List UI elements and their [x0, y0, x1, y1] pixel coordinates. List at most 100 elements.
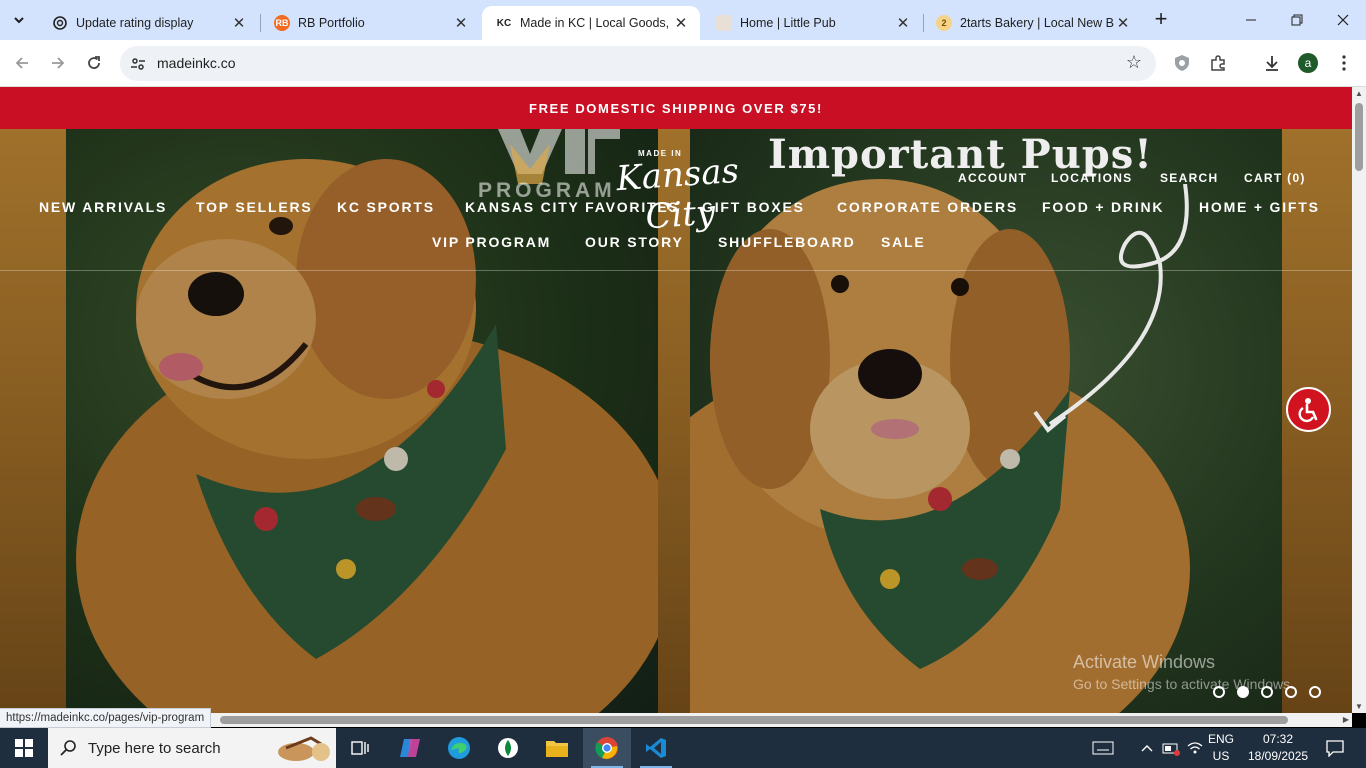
reload-button[interactable] — [82, 51, 106, 75]
nav-top-sellers[interactable]: TOP SELLERS — [196, 199, 313, 215]
vscode-button[interactable] — [632, 728, 680, 768]
tab-title: Home | Little Pub — [740, 16, 836, 30]
nav-home-gifts[interactable]: HOME + GIFTS — [1199, 199, 1320, 215]
tab-strip: Update rating display ✕ RB RB Portfolio … — [0, 0, 1366, 40]
nav-food-drink[interactable]: FOOD + DRINK — [1042, 199, 1164, 215]
vertical-scrollbar[interactable]: ▲ ▼ — [1352, 87, 1366, 713]
close-window-button[interactable] — [1320, 0, 1366, 40]
nav-kansas-city-favorites[interactable]: KANSAS CITY FAVORITES — [465, 199, 680, 215]
swirl-arrow-graphic — [1033, 184, 1189, 433]
minimize-button[interactable] — [1228, 0, 1274, 40]
site-settings-icon[interactable] — [128, 54, 148, 74]
little-pub-icon — [716, 15, 732, 31]
address-bar[interactable]: madeinkc.co ☆ — [120, 46, 1156, 81]
notification-icon — [1326, 740, 1344, 757]
close-icon[interactable]: ✕ — [452, 14, 470, 32]
kc-logo-icon: KC — [496, 17, 512, 29]
tab-made-in-kc[interactable]: KC Made in KC | Local Goods, Gifts ✕ — [482, 6, 700, 40]
chrome-button[interactable] — [583, 728, 631, 768]
leaf-app-icon — [498, 738, 518, 758]
nav-our-story[interactable]: OUR STORY — [585, 234, 684, 250]
minimize-icon — [1246, 19, 1256, 21]
close-icon[interactable]: ✕ — [230, 14, 248, 32]
new-tab-button[interactable]: + — [1150, 8, 1172, 31]
task-view-button[interactable] — [336, 728, 384, 768]
search-link[interactable]: SEARCH — [1160, 171, 1218, 185]
tab-title: Update rating display — [76, 16, 194, 30]
tab-update-rating[interactable]: Update rating display ✕ — [38, 6, 258, 40]
clock-date: 18/09/2025 — [1248, 749, 1309, 763]
scroll-up-icon[interactable]: ▲ — [1355, 89, 1363, 98]
wifi-icon[interactable] — [1184, 728, 1206, 768]
folder-icon — [546, 741, 568, 757]
file-explorer-button[interactable] — [533, 728, 581, 768]
copilot-button[interactable] — [386, 728, 434, 768]
nav-vip-program[interactable]: VIP PROGRAM — [432, 234, 551, 250]
green-app-button[interactable] — [484, 728, 532, 768]
tab-title: Made in KC | Local Goods, Gifts — [520, 16, 672, 30]
tab-rb-portfolio[interactable]: RB RB Portfolio ✕ — [260, 6, 480, 40]
edge-icon — [448, 737, 470, 759]
keyboard-tray-icon[interactable] — [1088, 728, 1118, 768]
slider-dot[interactable] — [1285, 686, 1297, 698]
back-button[interactable] — [10, 51, 34, 75]
restore-icon — [1291, 14, 1303, 26]
slider-dot[interactable] — [1261, 686, 1273, 698]
notifications-button[interactable] — [1320, 728, 1350, 768]
horizontal-scroll-thumb[interactable] — [220, 716, 1288, 724]
activate-windows-title: Activate Windows — [1073, 652, 1216, 672]
profile-avatar[interactable]: a — [1298, 53, 1318, 73]
close-icon[interactable]: ✕ — [894, 14, 912, 32]
clock[interactable]: 07:32 18/09/2025 — [1248, 731, 1308, 765]
vertical-scroll-thumb[interactable] — [1355, 103, 1363, 171]
chevron-up-icon[interactable] — [1138, 728, 1156, 768]
promo-banner[interactable]: FREE DOMESTIC SHIPPING OVER $75! — [0, 87, 1352, 129]
slider-dot-active[interactable] — [1237, 686, 1249, 698]
slider-dot[interactable] — [1309, 686, 1321, 698]
nav-shuffleboard[interactable]: SHUFFLEBOARD — [718, 234, 855, 250]
tab-search-button[interactable] — [6, 7, 32, 33]
tab-2tarts-bakery[interactable]: 2 2tarts Bakery | Local New Bread ✕ — [922, 6, 1142, 40]
account-link[interactable]: ACCOUNT — [958, 171, 1027, 185]
extensions-puzzle-icon[interactable] — [1206, 51, 1230, 75]
start-button[interactable] — [0, 728, 48, 768]
scroll-down-icon[interactable]: ▼ — [1355, 702, 1363, 711]
forward-button[interactable] — [46, 51, 70, 75]
close-icon[interactable]: ✕ — [1114, 14, 1132, 32]
nav-sale[interactable]: SALE — [881, 234, 926, 250]
hero-slider[interactable]: PROGRAM Important Pups! MADE IN Kansas C… — [0, 129, 1352, 713]
url-text[interactable]: madeinkc.co — [157, 55, 236, 71]
taskbar-search-box[interactable]: Type here to search — [48, 728, 336, 768]
locations-link[interactable]: LOCATIONS — [1051, 171, 1132, 185]
kebab-menu-icon[interactable] — [1332, 51, 1356, 75]
nav-gift-boxes[interactable]: GIFT BOXES — [702, 199, 805, 215]
battery-icon[interactable] — [1160, 728, 1182, 768]
link-status-bubble: https://madeinkc.co/pages/vip-program — [0, 708, 212, 728]
nav-new-arrivals[interactable]: NEW ARRIVALS — [39, 199, 167, 215]
bookmark-star-icon[interactable]: ☆ — [1126, 52, 1142, 73]
chevron-down-icon — [14, 17, 24, 24]
arrow-left-icon — [15, 57, 28, 69]
nav-divider — [0, 270, 1352, 271]
accessibility-button[interactable] — [1286, 387, 1331, 432]
search-icon — [60, 740, 76, 756]
web-page: FREE DOMESTIC SHIPPING OVER $75! PROGRAM… — [0, 87, 1352, 713]
nav-corporate-orders[interactable]: CORPORATE ORDERS — [837, 199, 1018, 215]
accessibility-icon — [1298, 397, 1317, 422]
taskbar-search-placeholder: Type here to search — [88, 739, 221, 757]
clock-time: 07:32 — [1262, 732, 1294, 746]
language-code: ENG — [1208, 732, 1235, 746]
shield-extension-icon[interactable] — [1170, 51, 1194, 75]
slider-dot[interactable] — [1213, 686, 1225, 698]
edge-button[interactable] — [435, 728, 483, 768]
scroll-right-icon[interactable]: ▶ — [1343, 715, 1349, 724]
language-indicator[interactable]: ENG US — [1208, 731, 1234, 765]
close-icon[interactable]: ✕ — [672, 14, 690, 32]
nav-kc-sports[interactable]: KC SPORTS — [337, 199, 435, 215]
restore-button[interactable] — [1274, 0, 1320, 40]
vscode-icon — [646, 738, 666, 758]
tab-little-pub[interactable]: Home | Little Pub ✕ — [702, 6, 922, 40]
cart-link[interactable]: CART (0) — [1244, 171, 1306, 185]
tab-title: RB Portfolio — [298, 16, 365, 30]
download-icon[interactable] — [1260, 51, 1284, 75]
